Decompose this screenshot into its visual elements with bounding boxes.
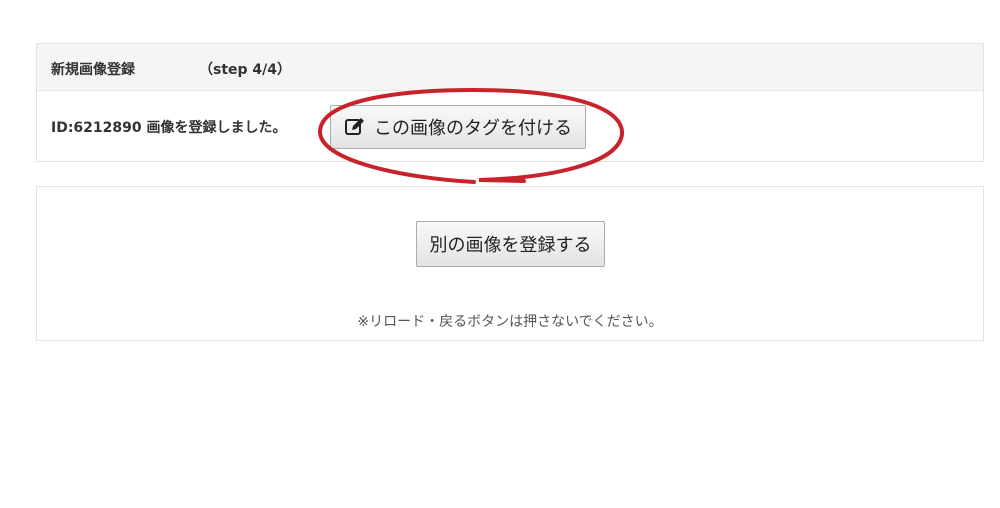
- panel-body: ID:6212890 画像を登録しました。 この画像のタグを付ける: [37, 91, 983, 161]
- add-tags-button-label: この画像のタグを付ける: [374, 118, 572, 139]
- next-actions-panel: 別の画像を登録する ※リロード・戻るボタンは押さないでください。: [36, 186, 984, 341]
- registration-complete-panel: 新規画像登録 （step 4/4） ID:6212890 画像を登録しました。 …: [36, 43, 984, 162]
- panel-heading: 新規画像登録 （step 4/4）: [37, 44, 983, 91]
- step-indicator: （step 4/4）: [199, 62, 292, 78]
- panel-title: 新規画像登録: [51, 62, 135, 78]
- register-another-image-button[interactable]: 別の画像を登録する: [416, 221, 605, 267]
- add-tags-button[interactable]: この画像のタグを付ける: [330, 105, 586, 149]
- reload-warning-notice: ※リロード・戻るボタンは押さないでください。: [357, 314, 663, 330]
- edit-icon: [344, 116, 366, 138]
- registered-message: ID:6212890 画像を登録しました。: [51, 120, 287, 136]
